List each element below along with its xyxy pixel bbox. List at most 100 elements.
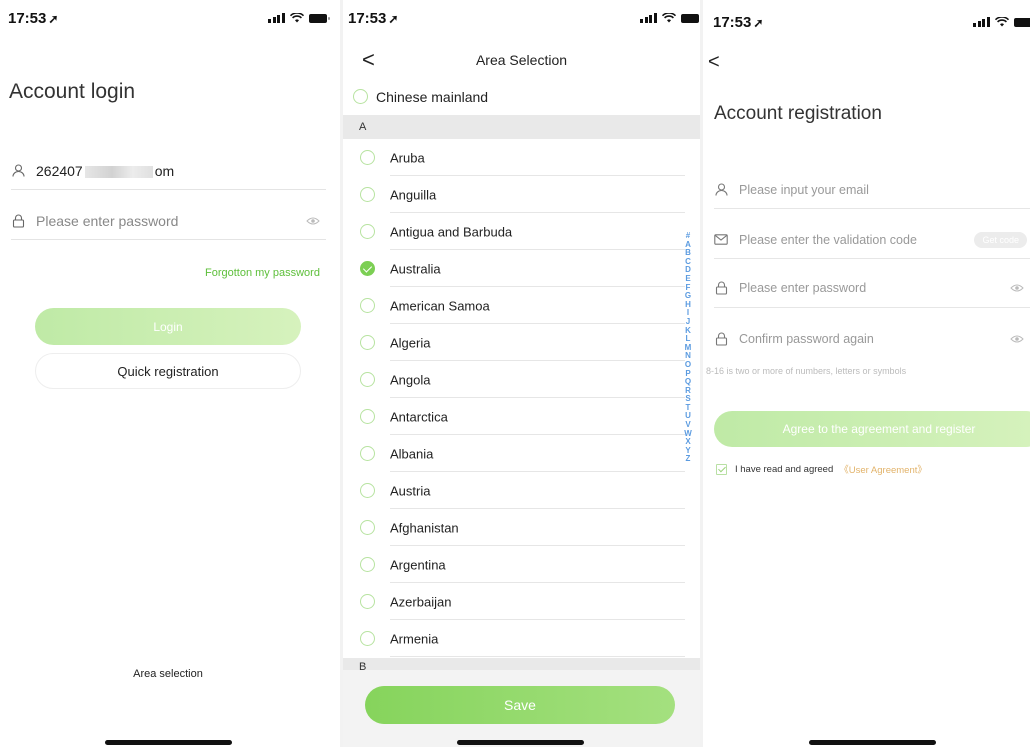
- option-chinese-mainland[interactable]: Chinese mainland: [343, 78, 700, 115]
- signal-icon: [973, 17, 990, 27]
- back-chevron-icon[interactable]: <: [708, 52, 720, 72]
- country-name: Azerbaijan: [390, 594, 452, 609]
- email-field[interactable]: Please input your email: [714, 171, 1030, 209]
- radio-icon[interactable]: [360, 409, 375, 424]
- alphabet-index[interactable]: # A B C D E F G H I J K L M N O P Q R S T U V W X Y Z: [683, 231, 693, 464]
- country-name: Anguilla: [390, 187, 437, 202]
- list-item[interactable]: Austria: [343, 472, 700, 509]
- country-name: Antigua and Barbuda: [390, 224, 513, 239]
- radio-icon[interactable]: [360, 631, 375, 646]
- radio-icon[interactable]: [360, 372, 375, 387]
- location-arrow-icon: ➚: [388, 12, 399, 26]
- save-button[interactable]: Save: [365, 686, 675, 724]
- radio-icon[interactable]: [360, 594, 375, 609]
- system-icons: [640, 13, 700, 23]
- list-item[interactable]: Algeria: [343, 324, 700, 361]
- password-placeholder: Please enter password: [36, 212, 179, 229]
- list-item[interactable]: Azerbaijan: [343, 583, 700, 620]
- radio-icon[interactable]: [360, 150, 375, 165]
- battery-icon: [1013, 18, 1030, 27]
- list-item[interactable]: Antarctica: [343, 398, 700, 435]
- status-bar: 17:53 ➚: [343, 0, 700, 40]
- country-name: Australia: [390, 261, 441, 276]
- user-icon: [11, 164, 25, 178]
- wifi-icon: [289, 13, 304, 23]
- radio-icon[interactable]: [360, 187, 375, 202]
- code-placeholder: Please enter the validation code: [739, 232, 917, 247]
- eye-icon[interactable]: [1010, 334, 1024, 344]
- wifi-icon: [661, 13, 676, 23]
- location-arrow-icon: ➚: [48, 12, 59, 26]
- country-name: Afghanistan: [390, 520, 459, 535]
- eye-icon[interactable]: [1010, 283, 1024, 293]
- home-indicator: [105, 740, 232, 745]
- list-item[interactable]: Angola: [343, 361, 700, 398]
- battery-icon: [680, 14, 700, 23]
- account-field[interactable]: 262407 om: [11, 152, 326, 190]
- password-field[interactable]: Please enter password: [714, 269, 1030, 308]
- checkbox-icon[interactable]: [716, 463, 727, 475]
- area-selection-screen: 17:53 ➚ < Area Selection Chinese mainland…: [343, 0, 700, 747]
- radio-icon[interactable]: [360, 298, 375, 313]
- radio-checked-icon[interactable]: [360, 261, 375, 276]
- radio-icon[interactable]: [360, 557, 375, 572]
- list-item[interactable]: Antigua and Barbuda: [343, 213, 700, 250]
- eye-icon[interactable]: [306, 216, 320, 226]
- confirm-password-field[interactable]: Confirm password again: [714, 319, 1030, 358]
- battery-icon: [308, 14, 330, 23]
- list-item[interactable]: American Samoa: [343, 287, 700, 324]
- radio-icon[interactable]: [360, 483, 375, 498]
- user-agreement-link[interactable]: 《User Agreement》: [839, 462, 927, 476]
- radio-icon[interactable]: [360, 520, 375, 535]
- password-field[interactable]: Please enter password: [11, 202, 326, 240]
- list-item[interactable]: Argentina: [343, 546, 700, 583]
- validation-code-field[interactable]: Please enter the validation code Get cod…: [714, 221, 1030, 259]
- status-time: 17:53 ➚: [348, 10, 399, 27]
- list-item[interactable]: Albania: [343, 435, 700, 472]
- signal-icon: [268, 13, 285, 23]
- wifi-icon: [994, 17, 1009, 27]
- user-icon: [714, 183, 728, 197]
- country-name: Angola: [390, 372, 431, 387]
- radio-icon[interactable]: [360, 335, 375, 350]
- country-name: Austria: [390, 483, 431, 498]
- option-label: Chinese mainland: [376, 88, 489, 105]
- list-item[interactable]: Aruba: [343, 139, 700, 176]
- home-indicator: [809, 740, 936, 745]
- list-item[interactable]: Australia: [343, 250, 700, 287]
- page-title: Account login: [9, 80, 136, 103]
- password-hint: 8-16 is two or more of numbers, letters …: [706, 366, 907, 376]
- system-icons: [973, 17, 1030, 27]
- email-placeholder: Please input your email: [739, 182, 869, 197]
- status-time: 17:53 ➚: [713, 14, 764, 31]
- country-name: Antarctica: [390, 409, 448, 424]
- save-bar: Save: [343, 670, 700, 747]
- quick-registration-button[interactable]: Quick registration: [35, 353, 301, 389]
- list-item[interactable]: Anguilla: [343, 176, 700, 213]
- page-title: Account registration: [714, 103, 882, 124]
- agreement-row: I have read and agreed 《User Agreement》: [716, 462, 927, 476]
- lock-icon: [714, 332, 728, 346]
- list-item[interactable]: Afghanistan: [343, 509, 700, 546]
- get-code-button[interactable]: Get code: [974, 231, 1027, 248]
- index-letter[interactable]: Z: [683, 455, 693, 464]
- forgot-password-link[interactable]: Forgotton my password: [205, 267, 320, 279]
- country-name: Armenia: [390, 631, 439, 646]
- list-item[interactable]: Armenia: [343, 620, 700, 657]
- status-time: 17:53 ➚: [8, 10, 59, 27]
- register-button[interactable]: Agree to the agreement and register: [714, 411, 1030, 447]
- lock-icon: [11, 214, 25, 228]
- lock-icon: [714, 281, 728, 295]
- country-name: Aruba: [390, 150, 425, 165]
- account-value: 262407 om: [36, 162, 175, 179]
- radio-icon[interactable]: [360, 224, 375, 239]
- home-indicator: [457, 740, 584, 745]
- system-icons: [268, 13, 330, 23]
- radio-icon[interactable]: [360, 446, 375, 461]
- location-arrow-icon: ➚: [753, 16, 764, 30]
- login-button[interactable]: Login: [35, 308, 301, 345]
- redacted-blur: [84, 165, 153, 178]
- radio-icon[interactable]: [353, 89, 368, 104]
- status-bar: 17:53 ➚: [0, 0, 340, 40]
- area-selection-link[interactable]: Area selection: [0, 668, 336, 680]
